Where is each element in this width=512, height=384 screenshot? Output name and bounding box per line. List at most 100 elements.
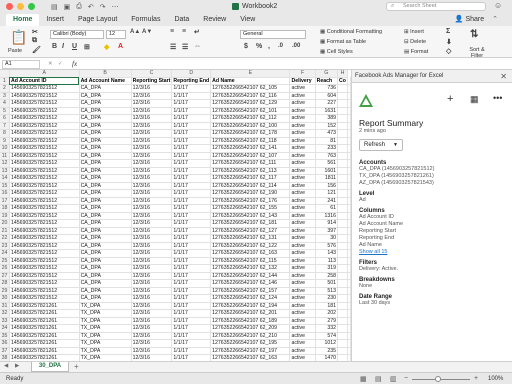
cell[interactable]: 121 bbox=[315, 189, 339, 198]
column-header[interactable]: G bbox=[315, 70, 339, 78]
cell[interactable]: 1276352266542107 62_101 bbox=[210, 107, 291, 115]
cell[interactable]: 1456903257821512 bbox=[9, 114, 80, 123]
row-header[interactable]: 27 bbox=[0, 272, 11, 280]
cell[interactable]: 1456903257821261 bbox=[9, 302, 80, 310]
row-header[interactable]: 9 bbox=[0, 137, 11, 145]
cell[interactable]: active bbox=[289, 174, 316, 183]
cell[interactable]: 235 bbox=[315, 347, 339, 355]
delete-cells-button[interactable]: ⊟ Delete bbox=[404, 39, 426, 45]
cell[interactable] bbox=[337, 257, 348, 265]
cell[interactable]: 1276352266542107 62_117 bbox=[210, 174, 291, 183]
cell[interactable]: TX_DPA bbox=[79, 317, 132, 325]
close-panel-icon[interactable]: ✕ bbox=[500, 70, 507, 83]
row-header[interactable]: 36 bbox=[0, 339, 11, 348]
cell[interactable]: 233 bbox=[315, 144, 339, 153]
cell[interactable]: 604 bbox=[315, 92, 339, 100]
cell[interactable]: 1/1/17 bbox=[171, 144, 212, 153]
cell[interactable]: active bbox=[289, 167, 316, 175]
wrap-text-icon[interactable]: ↵ bbox=[194, 28, 200, 36]
cell[interactable]: 230 bbox=[315, 294, 339, 303]
header-cell[interactable]: Ad Account ID bbox=[9, 77, 80, 85]
cell[interactable]: 1/1/17 bbox=[171, 317, 212, 325]
cell[interactable] bbox=[337, 122, 348, 130]
cell[interactable]: 1276352266542107 62_141 bbox=[210, 144, 291, 153]
cell[interactable]: 1276352266542107 62_146 bbox=[210, 279, 291, 288]
cell[interactable]: CA_DPA bbox=[79, 114, 132, 123]
next-sheet-icon[interactable]: ▶ bbox=[15, 363, 19, 369]
cell[interactable]: 12/3/16 bbox=[131, 167, 173, 175]
cell[interactable] bbox=[337, 152, 348, 160]
cell[interactable]: active bbox=[289, 144, 316, 153]
cell[interactable]: 1276352266542107 62_124 bbox=[210, 294, 291, 303]
column-header[interactable]: E bbox=[210, 70, 291, 78]
row-header[interactable]: 31 bbox=[0, 302, 11, 310]
cell[interactable]: 181 bbox=[315, 302, 339, 310]
cell[interactable]: 1/1/17 bbox=[171, 204, 212, 213]
cell[interactable]: active bbox=[289, 114, 316, 123]
spreadsheet-grid[interactable]: A B C D E F G H 1 Ad Account ID Ad Account Name Rep… bbox=[0, 70, 351, 361]
header-cell[interactable]: Reach bbox=[315, 77, 339, 85]
merge-center-icon[interactable]: ⇔ bbox=[194, 43, 201, 50]
chevron-up-icon[interactable]: ⌃ bbox=[492, 15, 498, 23]
cell[interactable]: active bbox=[289, 272, 316, 280]
cell[interactable]: active bbox=[289, 107, 316, 115]
row-header[interactable]: 18 bbox=[0, 204, 11, 213]
cell[interactable]: 1276352266542107 62_209 bbox=[210, 324, 291, 333]
cell[interactable]: active bbox=[289, 309, 316, 318]
cell[interactable]: 319 bbox=[315, 264, 339, 273]
row-header[interactable]: 19 bbox=[0, 212, 11, 220]
autosum-icon[interactable]: Σ bbox=[446, 28, 450, 35]
cell[interactable]: 1456903257821512 bbox=[9, 234, 80, 243]
minimize-window-button[interactable] bbox=[17, 3, 24, 10]
cell[interactable] bbox=[337, 264, 348, 273]
refresh-button[interactable]: Refresh ▼ bbox=[359, 139, 403, 151]
cell[interactable]: CA_DPA bbox=[79, 287, 132, 295]
cell[interactable] bbox=[337, 84, 348, 93]
cell[interactable]: 12/3/16 bbox=[131, 92, 173, 100]
cell[interactable]: 1/1/17 bbox=[171, 159, 212, 168]
format-as-table-button[interactable]: ▦ Format as Table bbox=[320, 39, 366, 45]
cell[interactable]: active bbox=[289, 204, 316, 213]
cell[interactable]: 1/1/17 bbox=[171, 152, 212, 160]
cell[interactable]: 1/1/17 bbox=[171, 257, 212, 265]
column-header[interactable]: H bbox=[337, 70, 348, 78]
format-painter-icon[interactable]: 🖌 bbox=[32, 46, 41, 54]
more-options-icon[interactable]: ••• bbox=[493, 93, 502, 103]
cell[interactable] bbox=[337, 302, 348, 310]
cell[interactable]: 1/1/17 bbox=[171, 272, 212, 280]
cell[interactable]: 763 bbox=[315, 152, 339, 160]
cell[interactable] bbox=[337, 174, 348, 183]
tab-insert[interactable]: Insert bbox=[39, 14, 71, 26]
header-cell[interactable]: Delivery bbox=[289, 77, 316, 85]
cell[interactable]: 1/1/17 bbox=[171, 137, 212, 145]
cell[interactable]: active bbox=[289, 242, 316, 250]
cell[interactable]: active bbox=[289, 339, 316, 348]
cell[interactable]: 736 bbox=[315, 84, 339, 93]
cell[interactable]: 12/3/16 bbox=[131, 324, 173, 333]
cell[interactable] bbox=[337, 219, 348, 228]
cell[interactable]: TX_DPA bbox=[79, 302, 132, 310]
cancel-formula-icon[interactable]: ✕ bbox=[48, 61, 53, 67]
bold-icon[interactable]: B bbox=[52, 43, 57, 50]
cell[interactable] bbox=[337, 279, 348, 288]
page-layout-view-icon[interactable]: ▤ bbox=[375, 375, 382, 383]
cell[interactable]: 1456903257821261 bbox=[9, 317, 80, 325]
header-cell[interactable]: Reporting End bbox=[171, 77, 212, 85]
cell[interactable]: 1601 bbox=[315, 167, 339, 175]
prev-sheet-icon[interactable]: ◀ bbox=[4, 363, 8, 369]
cell[interactable]: 1276352266542107 62_157 bbox=[210, 287, 291, 295]
row-header[interactable]: 11 bbox=[0, 152, 11, 160]
increase-decimal-icon[interactable]: .0 bbox=[278, 43, 283, 49]
tab-home[interactable]: Home bbox=[6, 13, 40, 26]
cell[interactable] bbox=[337, 347, 348, 355]
cell[interactable]: CA_DPA bbox=[79, 122, 132, 130]
clear-icon[interactable]: ◇ bbox=[446, 47, 451, 55]
row-header[interactable]: 34 bbox=[0, 324, 11, 333]
row-header[interactable]: 37 bbox=[0, 347, 11, 355]
cell[interactable] bbox=[337, 197, 348, 205]
cell[interactable]: active bbox=[289, 189, 316, 198]
row-header[interactable]: 14 bbox=[0, 174, 11, 183]
cell[interactable]: active bbox=[289, 84, 316, 93]
cell[interactable]: active bbox=[289, 264, 316, 273]
cell[interactable]: 1/1/17 bbox=[171, 114, 212, 123]
